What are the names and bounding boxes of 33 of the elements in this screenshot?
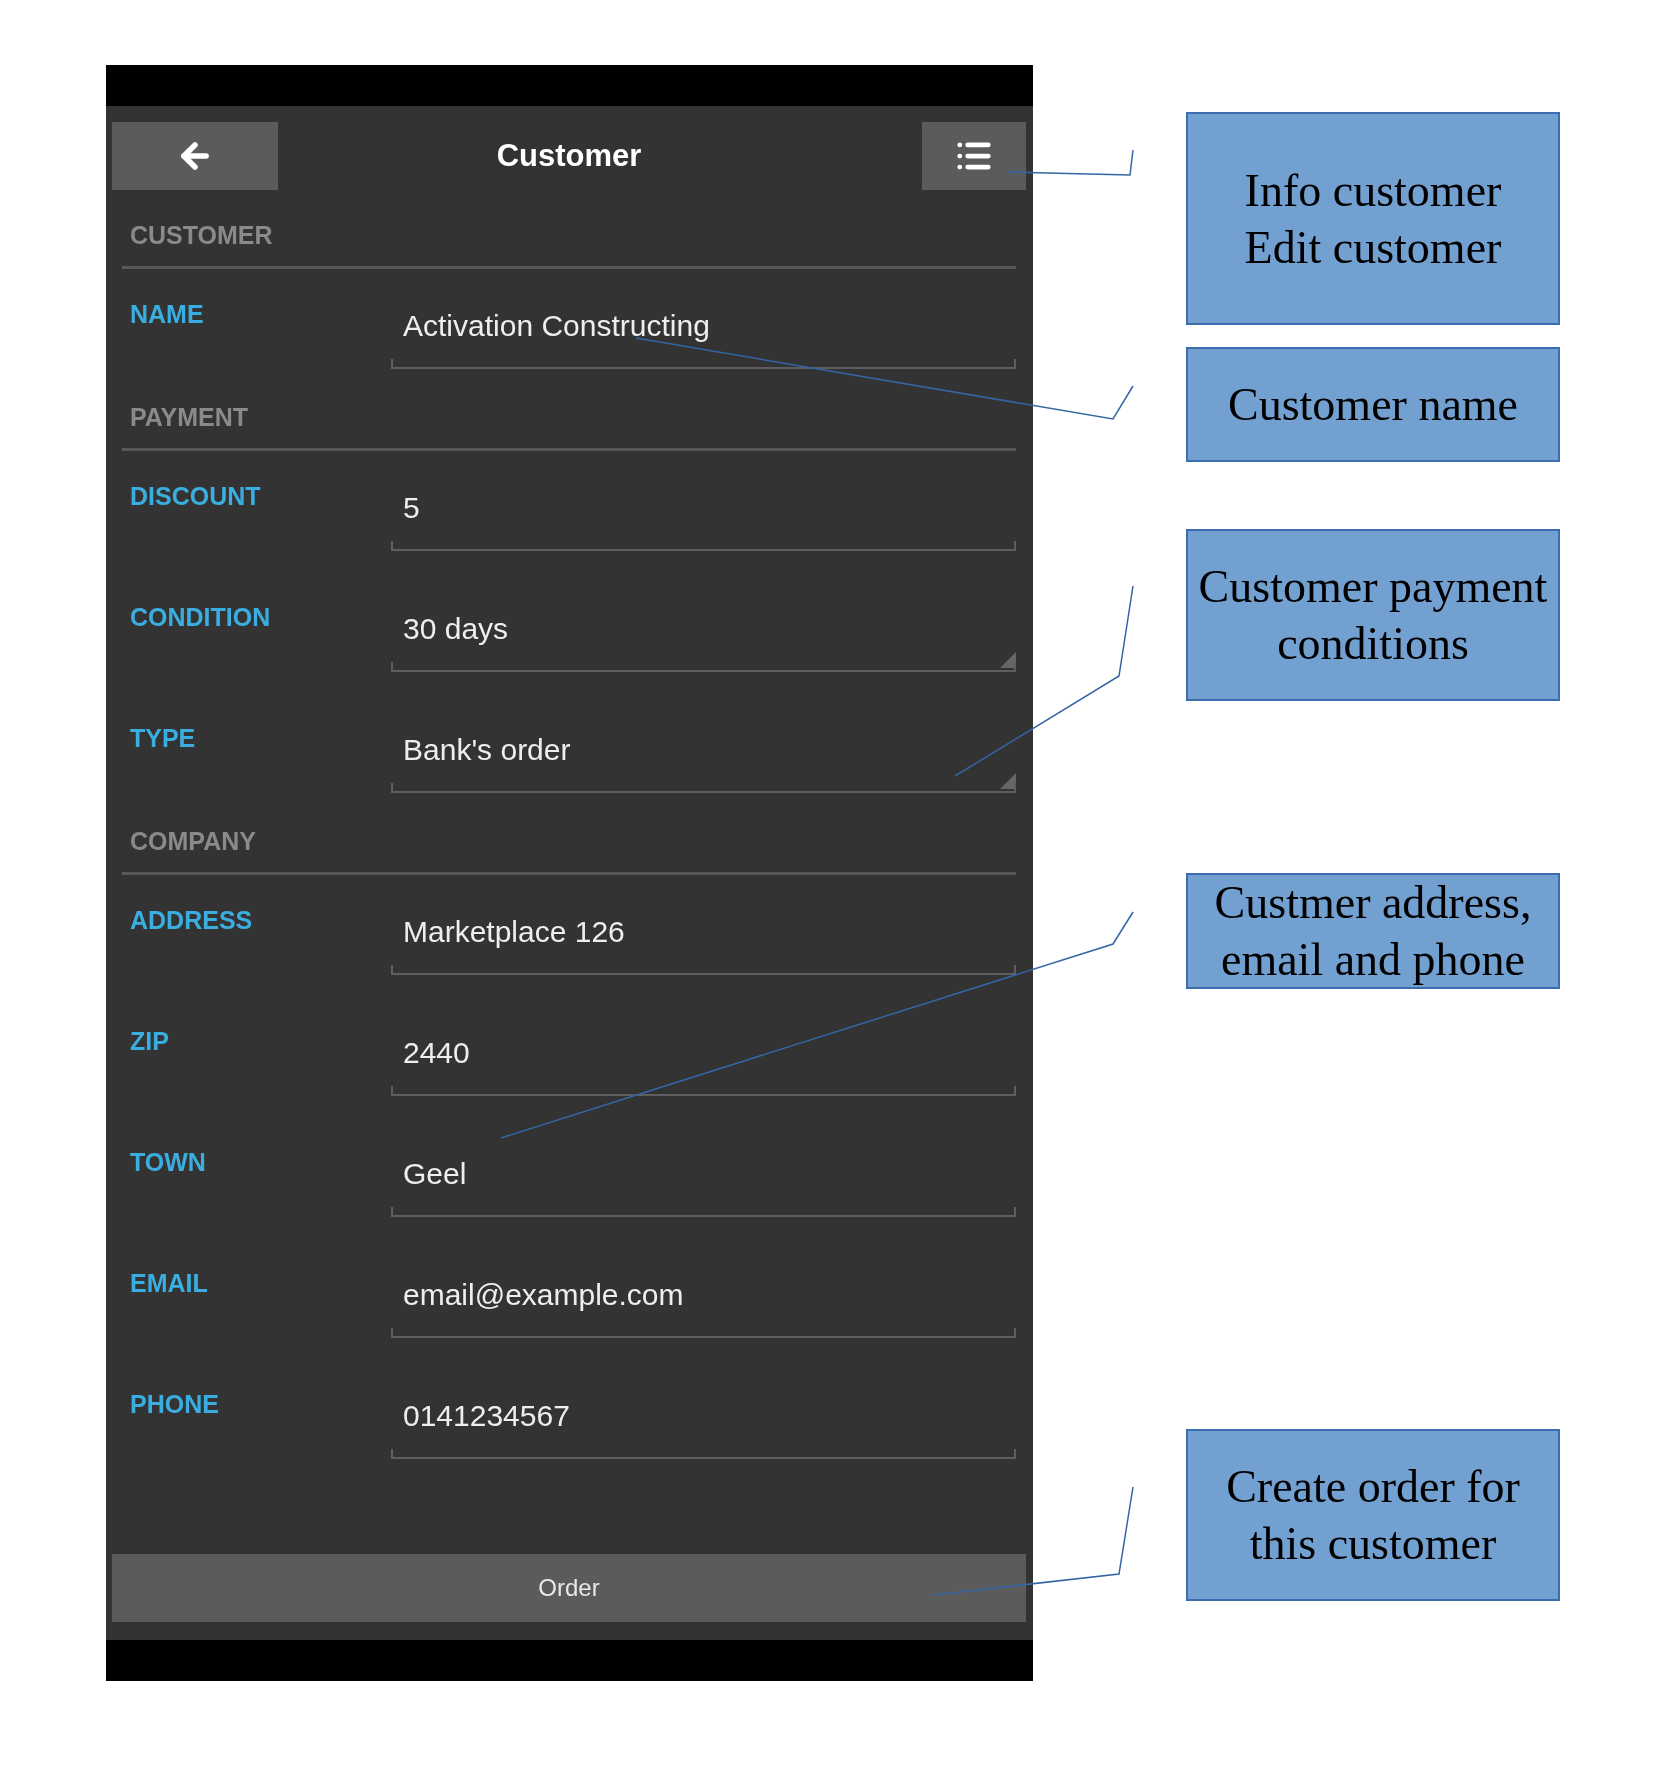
back-button[interactable] [112,122,278,190]
callout-text: Custmer address, email and phone [1213,876,1533,987]
order-button[interactable]: Order [112,1554,1026,1622]
dropdown-triangle-icon [1000,652,1016,668]
field-label: TYPE [130,724,196,752]
input-field[interactable]: Marketplace 126 [391,875,1016,975]
input-field[interactable]: 0141234567 [391,1359,1016,1459]
section-header: COMPANY [130,826,256,856]
input-field[interactable]: Activation Constructing [391,269,1016,369]
field-label: ZIP [130,1027,169,1055]
section-header: PAYMENT [130,402,249,432]
input-field[interactable]: 5 [391,451,1016,551]
section-header: CUSTOMER [130,220,273,250]
input-field[interactable]: email@example.com [391,1238,1016,1338]
input-field[interactable]: Geel [391,1117,1016,1217]
field-label: CONDITION [130,603,271,631]
callout-text: Customer payment conditions [1197,560,1549,671]
input-field[interactable]: 2440 [391,996,1016,1096]
field-label: NAME [130,300,204,328]
dropdown-triangle-icon [1000,773,1016,789]
field-label: EMAIL [130,1269,208,1297]
field-label: ADDRESS [130,906,253,934]
callout-text: Customer name [1228,378,1518,432]
screen-title: Customer [496,138,642,174]
field-label: TOWN [130,1148,206,1176]
callout-text: Edit customer [1244,220,1502,275]
select-field[interactable]: Bank's order [391,693,1016,793]
callout-text: Info customer [1244,163,1502,218]
field-label: DISCOUNT [130,482,261,510]
field-label: PHONE [130,1390,219,1418]
menu-button[interactable] [922,122,1026,190]
select-field[interactable]: 30 days [391,572,1016,672]
callout-text: Create order for this customer [1225,1460,1521,1571]
